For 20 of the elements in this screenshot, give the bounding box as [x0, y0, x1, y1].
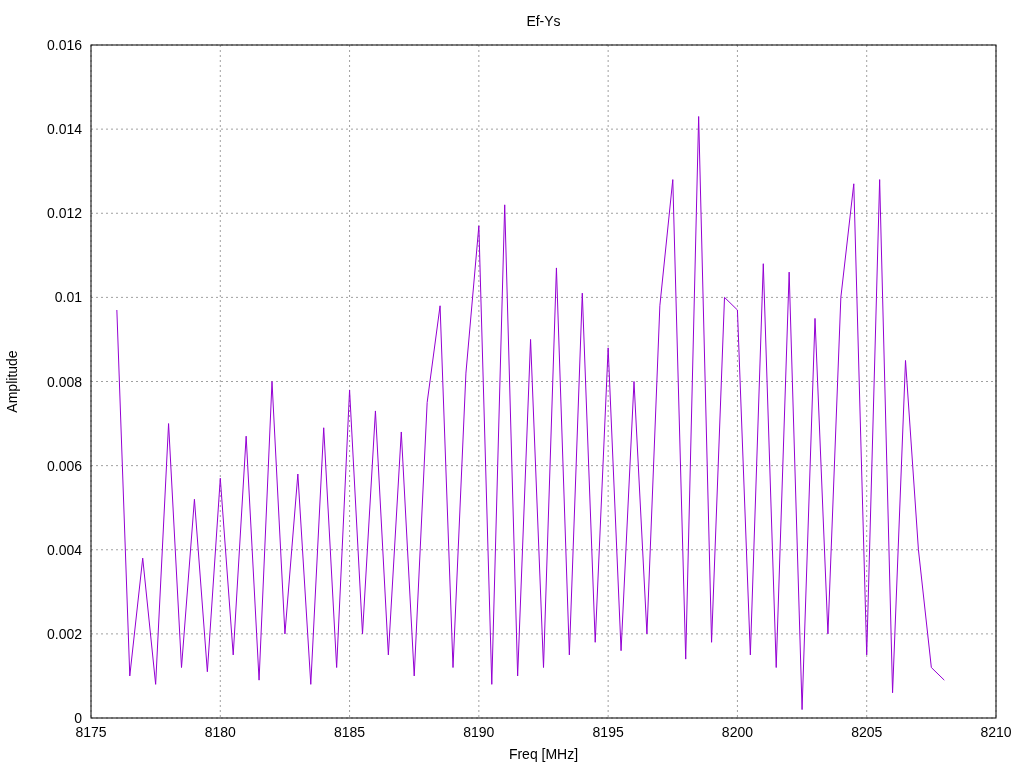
y-tick-label: 0.008	[46, 373, 82, 390]
x-tick-label: 8190	[463, 724, 495, 740]
y-tick-label: 0.01	[54, 289, 82, 306]
y-tick-label: 0.002	[46, 625, 82, 642]
y-tick-label: 0.014	[46, 121, 82, 138]
x-tick-label: 8185	[334, 724, 366, 740]
y-tick-label: 0.012	[46, 205, 82, 222]
x-tick-label: 8200	[721, 724, 753, 740]
y-tick-label: 0.016	[46, 37, 82, 53]
x-tick-label: 8205	[851, 724, 883, 740]
x-tick-label: 8180	[204, 724, 236, 740]
y-tick-label: 0	[74, 710, 82, 726]
chart-title: Ef-Ys	[526, 13, 561, 29]
x-tick-label: 8175	[75, 724, 107, 740]
x-tick-label: 8210	[980, 724, 1012, 740]
y-tick-label: 0.004	[46, 541, 82, 558]
x-axis-label: Freq [MHz]	[508, 746, 579, 762]
y-tick-label: 0.006	[46, 457, 82, 474]
x-tick-label: 8195	[592, 724, 624, 740]
y-axis-label: Amplitude	[4, 350, 20, 413]
